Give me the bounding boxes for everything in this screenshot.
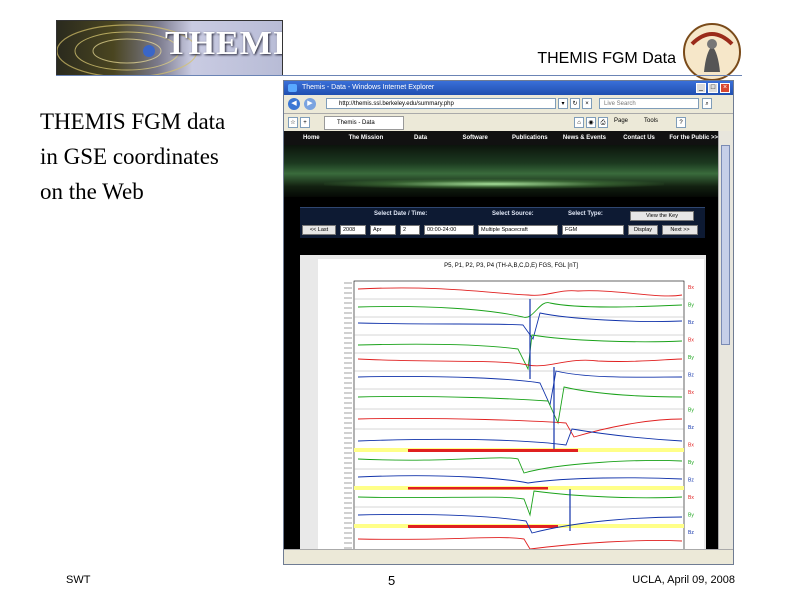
window-title: Themis - Data - Windows Internet Explore… [302, 84, 435, 91]
browser-window: Themis - Data - Windows Internet Explore… [283, 80, 734, 565]
body-line-1: THEMIS FGM data [40, 109, 226, 134]
aurora-banner [284, 145, 721, 197]
tab-themis-data[interactable]: Themis - Data [324, 116, 404, 130]
vertical-scrollbar[interactable] [718, 131, 733, 552]
menu-data[interactable]: Data [393, 131, 448, 145]
component-label: By [688, 460, 694, 466]
url-field[interactable]: http://themis.ssl.berkeley.edu/summary.p… [326, 98, 556, 109]
select-source-label: Select Source: [492, 211, 534, 217]
slide-body-text: THEMIS FGM data in GSE coordinates on th… [40, 104, 275, 209]
search-icon[interactable]: ⌕ [702, 98, 712, 109]
data-selection-bar: Select Date / Time: Select Source: Selec… [300, 207, 705, 238]
maximize-button[interactable]: □ [708, 83, 718, 93]
menu-home[interactable]: Home [284, 131, 339, 145]
red-bar-marker [408, 487, 548, 490]
component-label: Bx [688, 443, 694, 449]
display-button[interactable]: Display [628, 225, 658, 235]
component-label: By [688, 303, 694, 309]
component-label: By [688, 408, 694, 414]
stop-icon[interactable]: × [582, 98, 592, 109]
body-line-2: in GSE coordinates [40, 144, 219, 169]
body-line-3: on the Web [40, 179, 144, 204]
favorites-star-icon[interactable]: ☆ [288, 117, 298, 128]
component-label: Bz [688, 320, 694, 326]
tools-menu[interactable]: Tools [644, 118, 658, 124]
menu-the-mission[interactable]: The Mission [339, 131, 394, 145]
ie-icon [288, 84, 297, 92]
themis-mission-badge [683, 23, 741, 81]
browser-titlebar: Themis - Data - Windows Internet Explore… [284, 81, 733, 95]
add-favorites-icon[interactable]: + [300, 117, 310, 128]
month-select[interactable]: Apr [370, 225, 396, 235]
y-tick-labels [344, 282, 352, 549]
feeds-icon[interactable]: ◉ [586, 117, 596, 128]
next-button[interactable]: Next >> [662, 225, 698, 235]
minimize-button[interactable]: _ [696, 83, 706, 93]
page-number: 5 [388, 573, 396, 588]
site-menu: Home The Mission Data Software Publicati… [284, 131, 721, 145]
event-markers [529, 299, 571, 531]
component-labels: Bx By Bz Bx By Bz Bx By Bz Bx By Bz Bx By Bz [688, 285, 694, 536]
themis-logo-text: THEMIS [165, 25, 282, 62]
close-button[interactable]: × [720, 83, 730, 93]
component-label: Bz [688, 425, 694, 431]
day-select[interactable]: 2 [400, 225, 420, 235]
address-bar: ◀ ▶ http://themis.ssl.berkeley.edu/summa… [284, 95, 733, 114]
footer-right: UCLA, April 09, 2008 [632, 574, 735, 586]
red-bar-marker [408, 525, 558, 528]
year-select[interactable]: 2008 [340, 225, 366, 235]
url-dropdown-icon[interactable]: ▾ [558, 98, 568, 109]
menu-publications[interactable]: Publications [503, 131, 558, 145]
status-bar [284, 549, 733, 564]
menu-contact-us[interactable]: Contact Us [612, 131, 667, 145]
slide-title: THEMIS FGM Data [537, 50, 676, 67]
plot-frame: P5, P1, P2, P3, P4 (TH-A,B,C,D,E) FGS, F… [300, 255, 706, 552]
component-label: Bz [688, 373, 694, 379]
themis-logo-banner: THEMIS [56, 20, 283, 76]
page-menu[interactable]: Page [614, 118, 628, 124]
search-input[interactable]: Live Search [599, 98, 699, 109]
fgm-summary-plot: P5, P1, P2, P3, P4 (TH-A,B,C,D,E) FGS, F… [318, 259, 704, 552]
help-icon[interactable]: ? [676, 117, 686, 128]
home-icon[interactable]: ⌂ [574, 117, 584, 128]
menu-news-events[interactable]: News & Events [557, 131, 612, 145]
component-label: Bx [688, 390, 694, 396]
red-bar-marker [408, 449, 578, 452]
menu-software[interactable]: Software [448, 131, 503, 145]
component-label: Bx [688, 338, 694, 344]
print-icon[interactable]: ⎙ [598, 117, 608, 128]
footer-left: SWT [66, 574, 91, 586]
forward-icon[interactable]: ▶ [304, 98, 316, 110]
back-icon[interactable]: ◀ [288, 98, 300, 110]
last-button[interactable]: << Last [302, 225, 336, 235]
refresh-icon[interactable]: ↻ [570, 98, 580, 109]
component-label: Bz [688, 530, 694, 536]
component-label: By [688, 355, 694, 361]
component-label: Bx [688, 285, 694, 291]
component-label: Bz [688, 478, 694, 484]
source-select[interactable]: Multiple Spacecraft [478, 225, 558, 235]
select-date-label: Select Date / Time: [374, 211, 428, 217]
scrollbar-thumb[interactable] [721, 145, 730, 345]
magnetic-field-traces [357, 287, 683, 550]
component-label: By [688, 513, 694, 519]
header-rule [56, 75, 742, 76]
plot-canvas: Bx By Bz Bx By Bz Bx By Bz Bx By Bz Bx By Bz [344, 280, 694, 552]
menu-for-the-public[interactable]: For the Public >> [666, 131, 721, 145]
time-range-select[interactable]: 00:00-24:00 [424, 225, 474, 235]
type-select[interactable]: FGM [562, 225, 624, 235]
themis-website: Home The Mission Data Software Publicati… [284, 131, 721, 552]
component-label: Bx [688, 495, 694, 501]
select-type-label: Select Type: [568, 211, 603, 217]
view-key-button[interactable]: View the Key [630, 211, 694, 221]
